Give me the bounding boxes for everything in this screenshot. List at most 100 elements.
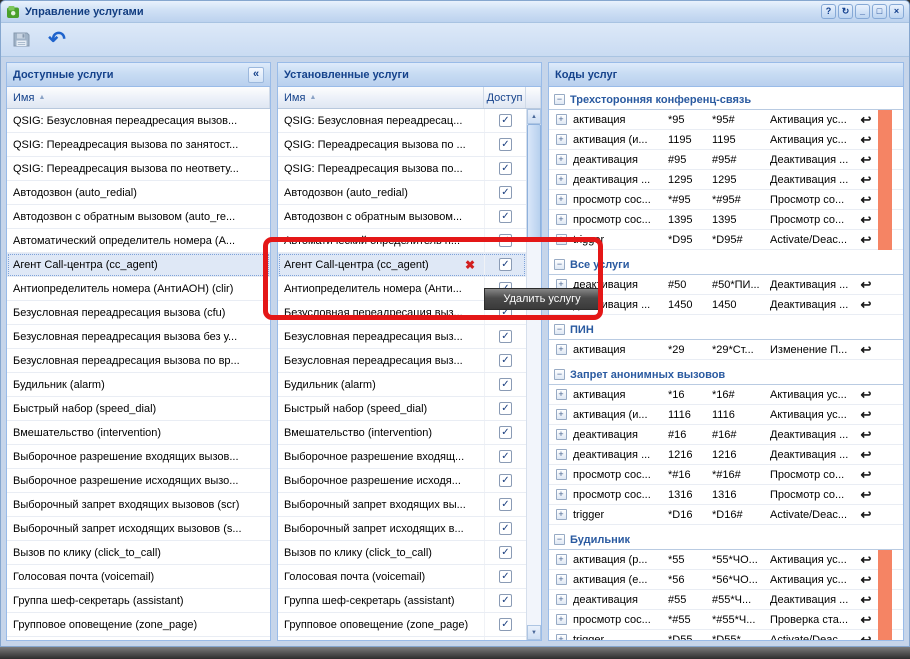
expand-row-icon[interactable]: +: [556, 594, 567, 605]
expand-row-icon[interactable]: +: [556, 469, 567, 480]
collapse-group-icon[interactable]: −: [554, 324, 565, 335]
access-checkbox[interactable]: ✓: [499, 474, 512, 487]
expand-row-icon[interactable]: +: [556, 154, 567, 165]
service-code-row[interactable]: +деактивация ...14501450Деактивация ...↩: [549, 295, 903, 315]
installed-service-row[interactable]: Автодозвон (auto_redial)✓: [278, 181, 526, 205]
undo-row-icon[interactable]: ↩: [854, 508, 878, 521]
expand-row-icon[interactable]: +: [556, 214, 567, 225]
installed-service-row[interactable]: Автодозвон с обратным вызовом...✓: [278, 205, 526, 229]
available-service-row[interactable]: Безусловная переадресация вызова по вр..…: [7, 349, 270, 373]
service-code-row[interactable]: +активация (и...11951195Активация ус...↩: [549, 130, 903, 150]
available-service-row[interactable]: Выборочный запрет входящих вызовов (scr): [7, 493, 270, 517]
column-header-name[interactable]: Имя ▲: [278, 87, 484, 108]
available-service-row[interactable]: Будильник (alarm): [7, 373, 270, 397]
available-service-row[interactable]: Групповое оповещение (zone_page): [7, 613, 270, 637]
service-code-row[interactable]: +деактивация#95#95#Деактивация ...↩: [549, 150, 903, 170]
available-service-row[interactable]: Автодозвон (auto_redial): [7, 181, 270, 205]
undo-row-icon[interactable]: ↩: [854, 213, 878, 226]
undo-row-icon[interactable]: ↩: [854, 133, 878, 146]
service-code-row[interactable]: +просмотр сос...*#55*#55*Ч...Проверка ст…: [549, 610, 903, 630]
available-service-row[interactable]: Вызов по клику (click_to_call): [7, 541, 270, 565]
save-button[interactable]: [8, 27, 34, 53]
access-checkbox[interactable]: ✓: [499, 402, 512, 415]
scrollbar-thumb[interactable]: [527, 124, 541, 242]
code-group-header[interactable]: −Будильник: [549, 530, 903, 550]
collapse-panel-icon[interactable]: «: [248, 67, 264, 83]
undo-row-icon[interactable]: ↩: [854, 428, 878, 441]
available-service-row[interactable]: Выборочный запрет исходящих вызовов (s..…: [7, 517, 270, 541]
service-code-row[interactable]: +активация*29*29*Ст...Изменение П...↩: [549, 340, 903, 360]
expand-row-icon[interactable]: +: [556, 489, 567, 500]
expand-row-icon[interactable]: +: [556, 114, 567, 125]
installed-service-row[interactable]: Вмешательство (intervention)✓: [278, 421, 526, 445]
installed-service-row[interactable]: QSIG: Безусловная переадресац...✓: [278, 109, 526, 133]
expand-row-icon[interactable]: +: [556, 134, 567, 145]
access-checkbox[interactable]: ✓: [499, 450, 512, 463]
access-checkbox[interactable]: ✓: [499, 186, 512, 199]
refresh-button[interactable]: ↻: [838, 4, 853, 19]
undo-row-icon[interactable]: ↩: [854, 553, 878, 566]
available-service-row[interactable]: Безусловная переадресация вызова (cfu): [7, 301, 270, 325]
undo-row-icon[interactable]: ↩: [854, 573, 878, 586]
undo-row-icon[interactable]: ↩: [854, 633, 878, 640]
undo-row-icon[interactable]: ↩: [854, 388, 878, 401]
installed-service-row[interactable]: Безусловная переадресация выз...✓: [278, 349, 526, 373]
service-code-row[interactable]: +просмотр сос...13951395Просмотр со...↩: [549, 210, 903, 230]
help-button[interactable]: ?: [821, 4, 836, 19]
access-checkbox[interactable]: ✓: [499, 594, 512, 607]
access-checkbox[interactable]: ✓: [499, 258, 512, 271]
access-checkbox[interactable]: ✓: [499, 210, 512, 223]
available-service-row[interactable]: Агент Call-центра (cc_agent): [7, 253, 270, 277]
service-code-row[interactable]: +активация (е...*56*56*ЧО...Активация ус…: [549, 570, 903, 590]
expand-row-icon[interactable]: +: [556, 509, 567, 520]
minimize-button[interactable]: _: [855, 4, 870, 19]
installed-service-row[interactable]: Выборочное разрешение входящ...✓: [278, 445, 526, 469]
access-checkbox[interactable]: ✓: [499, 162, 512, 175]
undo-row-icon[interactable]: ↩: [854, 278, 878, 291]
service-code-row[interactable]: +просмотр сос...*#16*#16#Просмотр со...↩: [549, 465, 903, 485]
collapse-group-icon[interactable]: −: [554, 369, 565, 380]
available-service-row[interactable]: Выборочное разрешение исходящих вызо...: [7, 469, 270, 493]
scroll-up-icon[interactable]: ▲: [527, 109, 541, 124]
expand-row-icon[interactable]: +: [556, 174, 567, 185]
service-code-row[interactable]: +деактивация ...12951295Деактивация ...↩: [549, 170, 903, 190]
access-checkbox[interactable]: ✓: [499, 498, 512, 511]
access-checkbox[interactable]: ✓: [499, 138, 512, 151]
installed-service-row[interactable]: Выборочный запрет входящих вы...✓: [278, 493, 526, 517]
installed-service-row[interactable]: Безусловная переадресация выз...✓: [278, 325, 526, 349]
available-service-row[interactable]: Автодозвон с обратным вызовом (auto_re..…: [7, 205, 270, 229]
service-code-row[interactable]: +деактивация ...12161216Деактивация ...↩: [549, 445, 903, 465]
access-checkbox[interactable]: ✓: [499, 618, 512, 631]
service-code-row[interactable]: +trigger*D16*D16#Activate/Deac...↩: [549, 505, 903, 525]
installed-service-row[interactable]: QSIG: Переадресация вызова по...✓: [278, 157, 526, 181]
expand-row-icon[interactable]: +: [556, 449, 567, 460]
available-service-row[interactable]: QSIG: Безусловная переадресация вызов...: [7, 109, 270, 133]
access-checkbox[interactable]: ✓: [499, 426, 512, 439]
undo-row-icon[interactable]: ↩: [854, 153, 878, 166]
service-code-row[interactable]: +активация (и...11161116Активация ус...↩: [549, 405, 903, 425]
undo-row-icon[interactable]: ↩: [854, 488, 878, 501]
access-checkbox[interactable]: ✓: [499, 330, 512, 343]
collapse-group-icon[interactable]: −: [554, 534, 565, 545]
service-code-row[interactable]: +активация (р...*55*55*ЧО...Активация ус…: [549, 550, 903, 570]
undo-row-icon[interactable]: ↩: [854, 173, 878, 186]
access-checkbox[interactable]: ✓: [499, 378, 512, 391]
access-checkbox[interactable]: ✓: [499, 546, 512, 559]
delete-service-icon[interactable]: ✖: [462, 258, 478, 272]
scrollbar-track[interactable]: [527, 124, 541, 625]
available-service-row[interactable]: Голосовая почта (voicemail): [7, 565, 270, 589]
available-service-row[interactable]: QSIG: Переадресация вызова по неответу..…: [7, 157, 270, 181]
undo-row-icon[interactable]: ↩: [854, 468, 878, 481]
undo-row-icon[interactable]: ↩: [854, 408, 878, 421]
service-code-row[interactable]: +деактивация#55#55*Ч...Деактивация ...↩: [549, 590, 903, 610]
available-service-row[interactable]: Антиопределитель номера (АнтиАОН) (clir): [7, 277, 270, 301]
code-group-header[interactable]: −Все услуги: [549, 255, 903, 275]
expand-row-icon[interactable]: +: [556, 634, 567, 640]
expand-row-icon[interactable]: +: [556, 409, 567, 420]
code-group-header[interactable]: −Трехсторонняя конференц-связь: [549, 90, 903, 110]
expand-row-icon[interactable]: +: [556, 614, 567, 625]
access-checkbox[interactable]: ✓: [499, 570, 512, 583]
available-service-row[interactable]: Вмешательство (intervention): [7, 421, 270, 445]
collapse-group-icon[interactable]: −: [554, 94, 565, 105]
expand-row-icon[interactable]: +: [556, 344, 567, 355]
